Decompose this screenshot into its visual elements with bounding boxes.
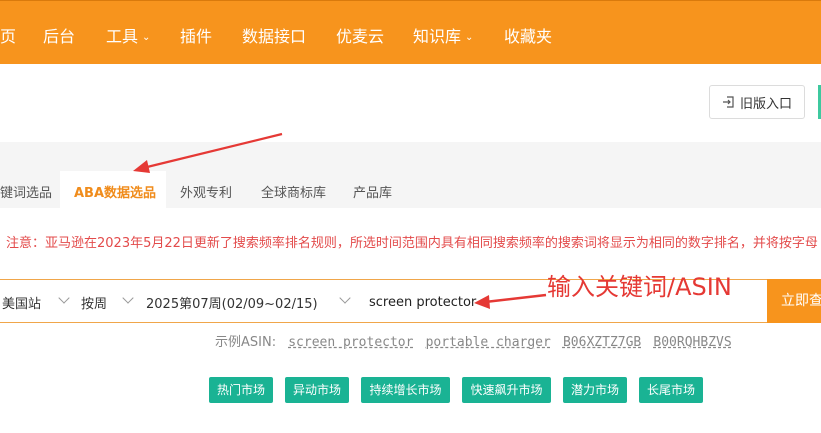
nav-item-backend[interactable]: 后台: [43, 23, 75, 47]
nav-item-knowledge-base[interactable]: 知识库 ⌄: [413, 23, 473, 47]
main-panel: 注意：亚马逊在2023年5月22日更新了搜索频率排名规则，所选时间范围内具有相同…: [0, 208, 821, 433]
week-select[interactable]: 2025第07周(02/09~02/15): [146, 293, 318, 312]
chip-steady-growth-market[interactable]: 持续增长市场: [361, 377, 450, 403]
chip-rapid-rise-market[interactable]: 快速飙升市场: [462, 377, 551, 403]
tab-aba-data-selection[interactable]: ABA数据选品: [60, 171, 166, 208]
nav-item-youmaiyun[interactable]: 优麦云: [336, 23, 384, 47]
search-now-button[interactable]: 立即查: [767, 279, 821, 323]
tab-keyword-selection[interactable]: 键词选品: [0, 182, 52, 201]
chip-potential-market[interactable]: 潜力市场: [563, 377, 627, 403]
example-link[interactable]: portable charger: [426, 335, 551, 350]
annotation-text: 输入关键词/ASIN: [547, 273, 732, 301]
tab-product-library[interactable]: 产品库: [353, 182, 392, 201]
example-asin-row: 示例ASIN: screen protector portable charge…: [215, 331, 732, 350]
tab-bar: 键词选品 ABA数据选品 外观专利 全球商标库 产品库: [0, 142, 821, 208]
nav-item-data-api[interactable]: 数据接口: [242, 23, 306, 47]
login-icon: [722, 96, 734, 108]
chevron-down-icon: ⌄: [142, 32, 151, 43]
chevron-down-icon: [58, 292, 70, 304]
site-select[interactable]: 美国站: [2, 293, 41, 312]
example-link[interactable]: B00RQHBZVS: [653, 335, 731, 350]
old-version-entry-button[interactable]: 旧版入口: [709, 85, 805, 119]
chip-long-tail-market[interactable]: 长尾市场: [639, 377, 703, 403]
tab-design-patent[interactable]: 外观专利: [180, 182, 232, 201]
tab-global-trademark[interactable]: 全球商标库: [261, 182, 326, 201]
chip-anomaly-market[interactable]: 异动市场: [285, 377, 349, 403]
toolbar: 旧版入口: [0, 64, 821, 142]
example-link[interactable]: screen protector: [288, 335, 413, 350]
chevron-down-icon: [339, 292, 351, 304]
nav-item-plugins[interactable]: 插件: [180, 23, 212, 47]
nav-item-tools[interactable]: 工具 ⌄: [106, 23, 150, 47]
nav-item-favorites[interactable]: 收藏夹: [504, 23, 552, 47]
notice-text: 注意：亚马逊在2023年5月22日更新了搜索频率排名规则，所选时间范围内具有相同…: [6, 236, 818, 251]
example-label: 示例ASIN:: [215, 335, 277, 350]
chevron-down-icon: [122, 292, 134, 304]
example-link[interactable]: B06XZTZ7GB: [563, 335, 641, 350]
top-nav: 页 后台 工具 ⌄ 插件 数据接口 优麦云 知识库 ⌄ 收藏夹: [0, 0, 821, 64]
chevron-down-icon: ⌄: [465, 32, 474, 43]
period-type-select[interactable]: 按周: [81, 293, 107, 312]
nav-item-home[interactable]: 页: [0, 23, 16, 47]
chip-hot-market[interactable]: 热门市场: [209, 377, 273, 403]
